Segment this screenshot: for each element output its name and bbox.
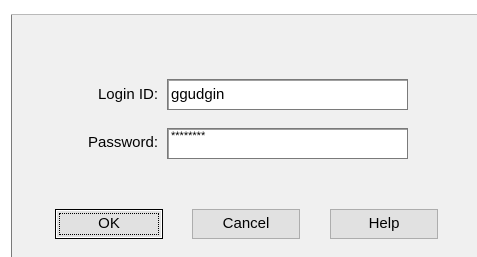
cancel-button[interactable]: Cancel <box>192 209 300 239</box>
password-label: Password: <box>87 134 158 151</box>
password-mask-text: ******** <box>171 130 206 142</box>
help-button[interactable]: Help <box>330 209 438 239</box>
login-id-label: Login ID: <box>97 86 158 103</box>
window-frame-top <box>11 0 477 15</box>
login-id-field[interactable] <box>167 79 408 110</box>
login-dialog: Login ID: Password: ******** OK Cancel H… <box>0 0 477 257</box>
ok-button-label: OK <box>98 215 120 232</box>
ok-button[interactable]: OK <box>55 209 163 239</box>
